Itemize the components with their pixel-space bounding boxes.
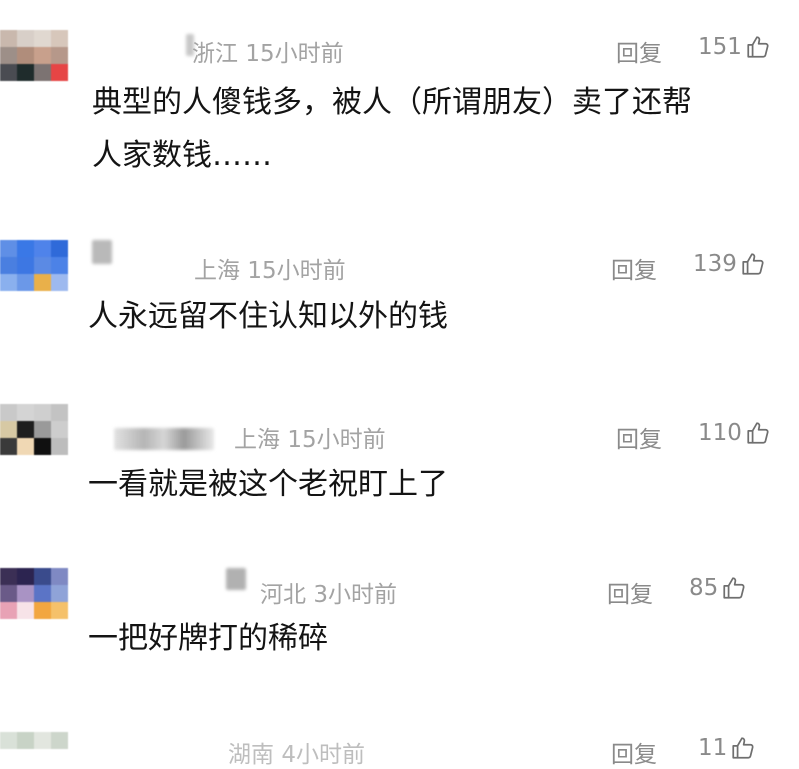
like-count: 110: [698, 420, 742, 446]
like-count: 11: [698, 735, 728, 761]
comment-meta: 河北 3小时前: [260, 575, 397, 609]
username-blurred[interactable]: [92, 240, 112, 264]
thumbs-up-icon: [723, 577, 745, 599]
comment-meta: 浙江 15小时前: [192, 34, 344, 68]
comment-meta: 上海 15小时前: [234, 420, 386, 454]
like-count: 151: [698, 34, 742, 60]
reply-button[interactable]: 回复: [616, 420, 662, 454]
like-button[interactable]: 151: [698, 34, 771, 60]
comment-text-line: 人永远留不住认知以外的钱: [88, 299, 448, 334]
comment-time: 4小时前: [281, 742, 365, 768]
reply-button[interactable]: 回复: [616, 34, 662, 68]
comment-text-line: 人家数钱……: [92, 138, 272, 173]
username-blurred[interactable]: [226, 568, 246, 590]
reply-button[interactable]: 回复: [611, 735, 657, 769]
thumbs-up-icon: [742, 253, 764, 275]
comment-time: 15小时前: [245, 41, 344, 67]
thumbs-up-icon: [747, 36, 769, 58]
comment-meta: 湖南 4小时前: [228, 735, 365, 769]
comment-time: 15小时前: [287, 427, 386, 453]
avatar[interactable]: [0, 732, 68, 749]
username-blurred[interactable]: [114, 428, 214, 450]
comment-text-line: 典型的人傻钱多，被人（所谓朋友）卖了还帮: [92, 85, 692, 120]
thumbs-up-icon: [747, 422, 769, 444]
avatar[interactable]: [0, 30, 68, 81]
comment-location: 湖南: [228, 742, 274, 768]
like-button[interactable]: 11: [698, 735, 756, 761]
like-count: 139: [693, 251, 737, 277]
like-button[interactable]: 110: [698, 420, 771, 446]
comment-text: 典型的人傻钱多，被人（所谓朋友）卖了还帮 人家数钱……: [92, 76, 692, 182]
like-count: 85: [689, 575, 719, 601]
avatar[interactable]: [0, 240, 68, 291]
comment-meta: 上海 15小时前: [194, 251, 346, 285]
comment-location: 上海: [194, 258, 240, 284]
comment-text: 一看就是被这个老祝盯上了: [88, 458, 448, 511]
thumbs-up-icon: [732, 737, 754, 759]
comment-time: 3小时前: [313, 582, 397, 608]
comment-location: 浙江: [192, 41, 238, 67]
comment-text-line: 一看就是被这个老祝盯上了: [88, 467, 448, 502]
comment-text: 一把好牌打的稀碎: [88, 612, 328, 665]
avatar[interactable]: [0, 568, 68, 619]
reply-button[interactable]: 回复: [611, 251, 657, 285]
comment-text-line: 一把好牌打的稀碎: [88, 621, 328, 656]
comment-text: 人永远留不住认知以外的钱: [88, 290, 448, 343]
reply-button[interactable]: 回复: [607, 575, 653, 609]
like-button[interactable]: 139: [693, 251, 766, 277]
comment-location: 河北: [260, 582, 306, 608]
comment-location: 上海: [234, 427, 280, 453]
like-button[interactable]: 85: [689, 575, 747, 601]
avatar[interactable]: [0, 404, 68, 455]
comment-time: 15小时前: [247, 258, 346, 284]
